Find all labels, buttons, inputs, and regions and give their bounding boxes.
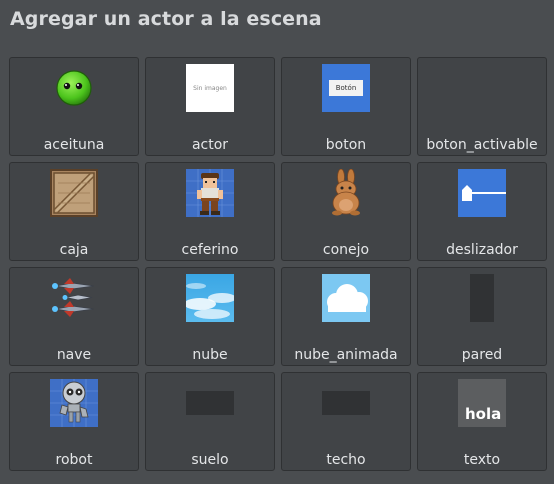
floor-icon	[186, 379, 234, 427]
actor-tile-actor[interactable]: Sin imagen actor	[145, 57, 275, 156]
aceituna-icon	[50, 64, 98, 112]
text-icon: hola m	[458, 379, 506, 427]
slider-icon	[458, 169, 506, 217]
thumb-text: hola m	[465, 405, 506, 423]
crate-icon	[50, 169, 98, 217]
ceferino-icon	[186, 169, 234, 217]
actor-label: aceituna	[43, 137, 105, 153]
actor-label: suelo	[191, 452, 229, 468]
actor-label: texto	[463, 452, 501, 468]
actor-tile-ceferino[interactable]: ceferino	[145, 162, 275, 261]
actor-tile-nave[interactable]: nave	[9, 267, 139, 366]
actor-label: pared	[461, 347, 503, 363]
rabbit-icon	[322, 169, 370, 217]
actor-label: conejo	[322, 242, 370, 258]
actor-tile-pared[interactable]: pared	[417, 267, 547, 366]
actor-label: caja	[59, 242, 89, 258]
add-actor-dialog: Agregar un actor a la escena aceituna Si…	[0, 0, 554, 484]
actor-tile-boton[interactable]: Botón boton	[281, 57, 411, 156]
ceiling-icon	[322, 379, 370, 427]
actor-tile-suelo[interactable]: suelo	[145, 372, 275, 471]
robot-icon	[50, 379, 98, 427]
actor-label: ceferino	[181, 242, 239, 258]
actor-tile-robot[interactable]: robot	[9, 372, 139, 471]
thumb-text: Sin imagen	[193, 84, 227, 92]
actor-label: techo	[326, 452, 366, 468]
actor-tile-caja[interactable]: caja	[9, 162, 139, 261]
dialog-title: Agregar un actor a la escena	[10, 8, 322, 30]
spaceship-icon	[50, 274, 98, 322]
actor-label: nube_animada	[294, 347, 398, 363]
actor-tile-deslizador[interactable]: deslizador	[417, 162, 547, 261]
actor-tile-aceituna[interactable]: aceituna	[9, 57, 139, 156]
actor-tile-techo[interactable]: techo	[281, 372, 411, 471]
thumb-text: Botón	[328, 80, 364, 96]
actor-label: robot	[55, 452, 93, 468]
actor-label: boton_activable	[426, 137, 538, 153]
actor-tile-boton-activable[interactable]: boton_activable	[417, 57, 547, 156]
cloud-texture-icon	[186, 274, 234, 322]
actor-label: nube	[192, 347, 228, 363]
actor-tile-nube-animada[interactable]: nube_animada	[281, 267, 411, 366]
cloud-icon	[322, 274, 370, 322]
actor-tile-nube[interactable]: nube	[145, 267, 275, 366]
actor-tile-conejo[interactable]: conejo	[281, 162, 411, 261]
wall-icon	[458, 274, 506, 322]
blank-icon	[458, 64, 506, 112]
actor-label: nave	[56, 347, 92, 363]
button-icon: Botón	[322, 64, 370, 112]
actor-label: actor	[191, 137, 229, 153]
actor-label: boton	[325, 137, 367, 153]
actor-grid: aceituna Sin imagen actor Botón boton bo…	[9, 57, 547, 471]
actor-label: deslizador	[446, 242, 518, 258]
actor-tile-texto[interactable]: hola m texto	[417, 372, 547, 471]
image-placeholder-icon: Sin imagen	[186, 64, 234, 112]
